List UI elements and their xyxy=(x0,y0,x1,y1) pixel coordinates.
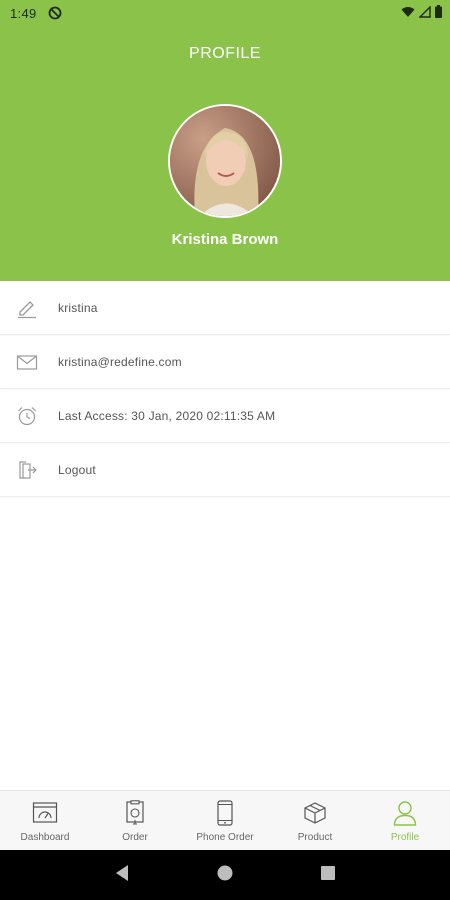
back-icon[interactable] xyxy=(114,864,130,887)
menu-item-email[interactable]: kristina@redefine.com xyxy=(0,335,450,389)
bottom-navigation: Dashboard Order Phone Order Product Prof… xyxy=(0,790,450,850)
last-access-text: Last Access: 30 Jan, 2020 02:11:35 AM xyxy=(58,408,276,423)
box-icon xyxy=(302,800,328,826)
nav-label: Order xyxy=(122,832,148,843)
menu-item-last-access: Last Access: 30 Jan, 2020 02:11:35 AM xyxy=(0,389,450,443)
pencil-icon xyxy=(15,296,39,320)
do-not-disturb-icon xyxy=(48,6,62,20)
envelope-icon xyxy=(15,350,39,374)
menu-item-label: kristina xyxy=(58,300,98,315)
nav-product[interactable]: Product xyxy=(270,791,360,850)
menu-item-username[interactable]: kristina xyxy=(0,281,450,335)
nav-label: Dashboard xyxy=(20,832,70,843)
status-time: 1:49 xyxy=(10,6,37,21)
wifi-icon xyxy=(401,6,415,21)
signal-icon xyxy=(418,4,431,21)
nav-label: Product xyxy=(297,832,333,843)
status-bar: 1:49 xyxy=(0,0,450,26)
nav-phone-order[interactable]: Phone Order xyxy=(180,791,270,850)
nav-label: Phone Order xyxy=(196,832,254,843)
dashboard-icon xyxy=(32,800,58,826)
page-title: PROFILE xyxy=(189,45,261,62)
phone-icon xyxy=(212,800,238,826)
menu-item-logout[interactable]: Logout xyxy=(0,443,450,497)
user-name: Kristina Brown xyxy=(171,231,279,248)
alarm-clock-icon xyxy=(15,404,39,428)
profile-menu: kristina kristina@redefine.com Last Acce… xyxy=(0,281,450,497)
order-icon xyxy=(122,800,148,826)
menu-item-label: Logout xyxy=(58,462,96,477)
menu-item-label: kristina@redefine.com xyxy=(58,354,182,369)
nav-order[interactable]: Order xyxy=(90,791,180,850)
home-icon[interactable] xyxy=(217,865,233,886)
recents-icon[interactable] xyxy=(320,865,336,886)
nav-profile[interactable]: Profile xyxy=(360,791,450,850)
profile-header: 1:49 PROFILE Kristina Brown xyxy=(0,0,450,281)
user-icon xyxy=(392,800,418,826)
nav-dashboard[interactable]: Dashboard xyxy=(0,791,90,850)
logout-icon xyxy=(15,458,39,482)
battery-icon xyxy=(435,5,442,21)
system-navigation-bar xyxy=(0,850,450,900)
nav-label: Profile xyxy=(390,832,420,843)
avatar[interactable] xyxy=(168,104,282,218)
